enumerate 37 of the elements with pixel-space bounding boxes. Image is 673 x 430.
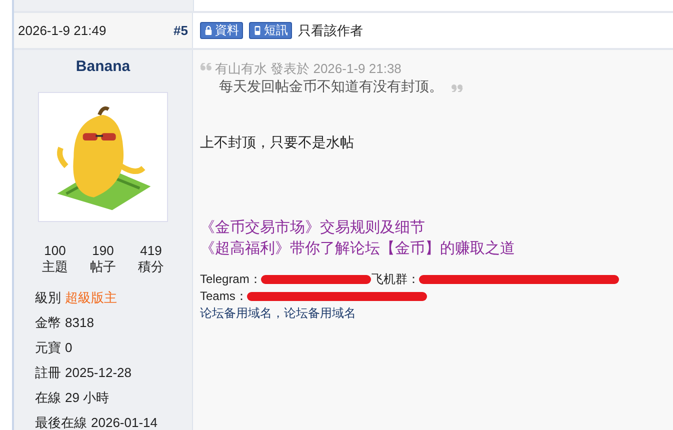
info-value: 29 小時 bbox=[65, 389, 110, 407]
open-quote-icon bbox=[200, 63, 212, 71]
stat-label: 積分 bbox=[138, 259, 164, 275]
info-label: 註冊 bbox=[35, 364, 61, 382]
info-label: 最後在線 bbox=[35, 414, 87, 430]
info-value: 超級版主 bbox=[65, 289, 117, 307]
author-only-link[interactable]: 只看該作者 bbox=[298, 22, 363, 40]
post-link[interactable]: 《金币交易市场》交易规则及细节 bbox=[200, 217, 673, 238]
contact-label: 飞机群： bbox=[371, 271, 420, 288]
stat-label: 主題 bbox=[42, 259, 68, 275]
lock-icon bbox=[204, 25, 213, 36]
quote-meta: 有山有水 發表於 2026-1-9 21:38 bbox=[215, 60, 402, 78]
reply-text: 上不封顶，只要不是水帖 bbox=[200, 134, 355, 152]
info-value: 2025-12-28 bbox=[65, 364, 132, 382]
contact-label: Telegram： bbox=[200, 271, 262, 288]
info-label: 金幣 bbox=[35, 314, 61, 332]
stat-label: 帖子 bbox=[90, 259, 116, 275]
stat-value: 190 bbox=[92, 243, 114, 259]
quote-text: 每天发回帖金币不知道有没有封顶。 bbox=[219, 78, 443, 96]
info-label: 在線 bbox=[35, 389, 61, 407]
message-button[interactable]: 短訊 bbox=[249, 22, 292, 39]
stat-value: 419 bbox=[140, 243, 162, 259]
contact-label: Teams： bbox=[200, 288, 248, 305]
username-link[interactable]: Banana bbox=[76, 58, 130, 75]
info-value: 8318 bbox=[65, 314, 94, 332]
post-link[interactable]: 《超高福利》带你了解论坛【金币】的赚取之道 bbox=[200, 238, 673, 259]
backup-domain-link[interactable]: 论坛备用域名，论坛备用域名 bbox=[200, 306, 356, 320]
stat-value: 100 bbox=[44, 243, 66, 259]
info-value: 2026-01-14 bbox=[91, 414, 158, 430]
floor-number: #5 bbox=[174, 23, 188, 38]
close-quote-icon bbox=[451, 84, 463, 92]
profile-button[interactable]: 資料 bbox=[200, 22, 243, 39]
info-value: 0 bbox=[65, 339, 72, 357]
info-label: 元寶 bbox=[35, 339, 61, 357]
post-time: 2026-1-9 21:49 bbox=[18, 23, 106, 38]
phone-icon bbox=[253, 25, 262, 36]
info-label: 級別 bbox=[35, 289, 61, 307]
